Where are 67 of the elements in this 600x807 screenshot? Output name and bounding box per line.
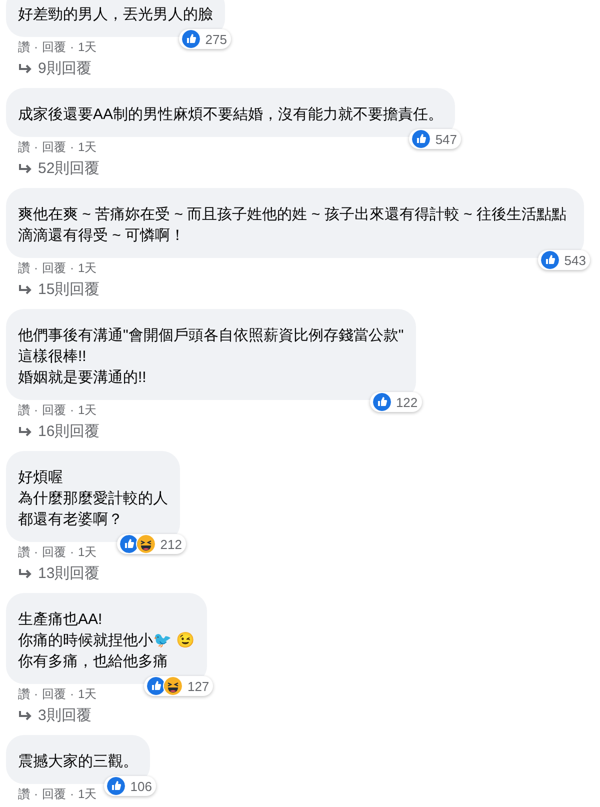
timestamp-link[interactable]: 1天 (78, 260, 97, 276)
timestamp-link[interactable]: 1天 (78, 544, 97, 560)
comment-text: 好差勁的男人，丟光男人的臉 (18, 5, 213, 25)
separator-dot: · (70, 40, 74, 54)
comment-text: 婚姻就是要溝通的!! (18, 368, 148, 388)
comment-text: 生產痛也AA! (18, 610, 104, 630)
reaction-count-badge[interactable]: 543 (538, 250, 590, 270)
separator-dot: · (70, 687, 74, 701)
reply-arrow-icon (18, 568, 32, 580)
reply-arrow-icon (18, 63, 32, 75)
reaction-count-badge[interactable]: 547 (409, 129, 462, 149)
comment-text: 這樣很棒!! (18, 347, 88, 367)
comment-text: 成家後還要AA制的男性麻煩不要結婚，沒有能力就不要擔責任。 (18, 105, 444, 125)
separator-dot: · (34, 140, 38, 154)
separator-dot: · (34, 545, 38, 559)
reply-link[interactable]: 回覆 (42, 138, 66, 156)
separator-dot: · (34, 403, 38, 417)
separator-dot: · (34, 261, 38, 275)
reply-arrow-icon (18, 426, 32, 438)
comment-text: 震撼大家的三觀。 (18, 752, 138, 772)
reply-arrow-icon (18, 163, 32, 175)
view-replies-link[interactable]: 9則回覆 (38, 59, 92, 79)
comment-text: 他們事後有溝通"會開個戶頭各自依照薪資比例存錢當公款" (18, 326, 404, 346)
timestamp-link[interactable]: 1天 (78, 38, 97, 56)
comment-text: 爽他在爽 ~ 苦痛妳在受 ~ 而且孩子姓他的姓 ~ 孩子出來還有得計較 ~ 往後生活點點滴滴還有得受 ~ 可憐啊！ (18, 205, 568, 246)
reaction-count-badge[interactable]: 106 (104, 776, 156, 796)
separator-dot: · (34, 687, 38, 701)
comment-text: 你有多痛，也給他多痛 (18, 652, 169, 672)
reply-link[interactable]: 回覆 (42, 38, 66, 56)
view-replies-link[interactable]: 15則回覆 (38, 280, 100, 300)
separator-dot: · (70, 403, 74, 417)
comment-text: 都還有老婆啊？ (18, 510, 124, 530)
view-replies-link[interactable]: 16則回覆 (38, 422, 100, 442)
reply-link[interactable]: 回覆 (42, 686, 66, 702)
like-link[interactable]: 讚 (18, 544, 30, 560)
separator-dot: · (34, 40, 38, 54)
like-link[interactable]: 讚 (18, 786, 30, 802)
timestamp-link[interactable]: 1天 (78, 686, 97, 702)
reaction-count-badge[interactable]: 212 (117, 534, 186, 554)
reply-link[interactable]: 回覆 (42, 260, 66, 276)
like-link[interactable]: 讚 (18, 38, 30, 56)
like-link[interactable]: 讚 (18, 138, 30, 156)
like-link[interactable]: 讚 (18, 686, 30, 702)
separator-dot: · (70, 140, 74, 154)
reaction-count-badge[interactable]: 127 (144, 676, 214, 696)
view-replies-link[interactable]: 52則回覆 (38, 159, 100, 179)
reaction-count-badge[interactable]: 122 (370, 392, 422, 412)
view-replies-link[interactable]: 3則回覆 (38, 706, 92, 726)
reply-link[interactable]: 回覆 (42, 402, 66, 418)
reply-link[interactable]: 回覆 (42, 544, 66, 560)
like-link[interactable]: 讚 (18, 402, 30, 418)
separator-dot: · (70, 787, 74, 801)
separator-dot: · (70, 261, 74, 275)
separator-dot: · (34, 787, 38, 801)
view-replies-link[interactable]: 13則回覆 (38, 564, 100, 584)
reaction-count-badge[interactable]: 275 (179, 29, 231, 49)
comment-text: 為什麼那麼愛計較的人 (18, 489, 168, 509)
reply-link[interactable]: 回覆 (42, 786, 66, 802)
separator-dot: · (70, 545, 74, 559)
timestamp-link[interactable]: 1天 (78, 402, 97, 418)
timestamp-link[interactable]: 1天 (78, 786, 97, 802)
timestamp-link[interactable]: 1天 (78, 138, 97, 156)
like-link[interactable]: 讚 (18, 260, 30, 276)
comment-text: 你痛的時候就捏他小🐦 😉 (18, 631, 196, 651)
reply-arrow-icon (18, 284, 32, 296)
comment-text: 好煩喔 (18, 468, 64, 488)
reply-arrow-icon (18, 710, 32, 722)
